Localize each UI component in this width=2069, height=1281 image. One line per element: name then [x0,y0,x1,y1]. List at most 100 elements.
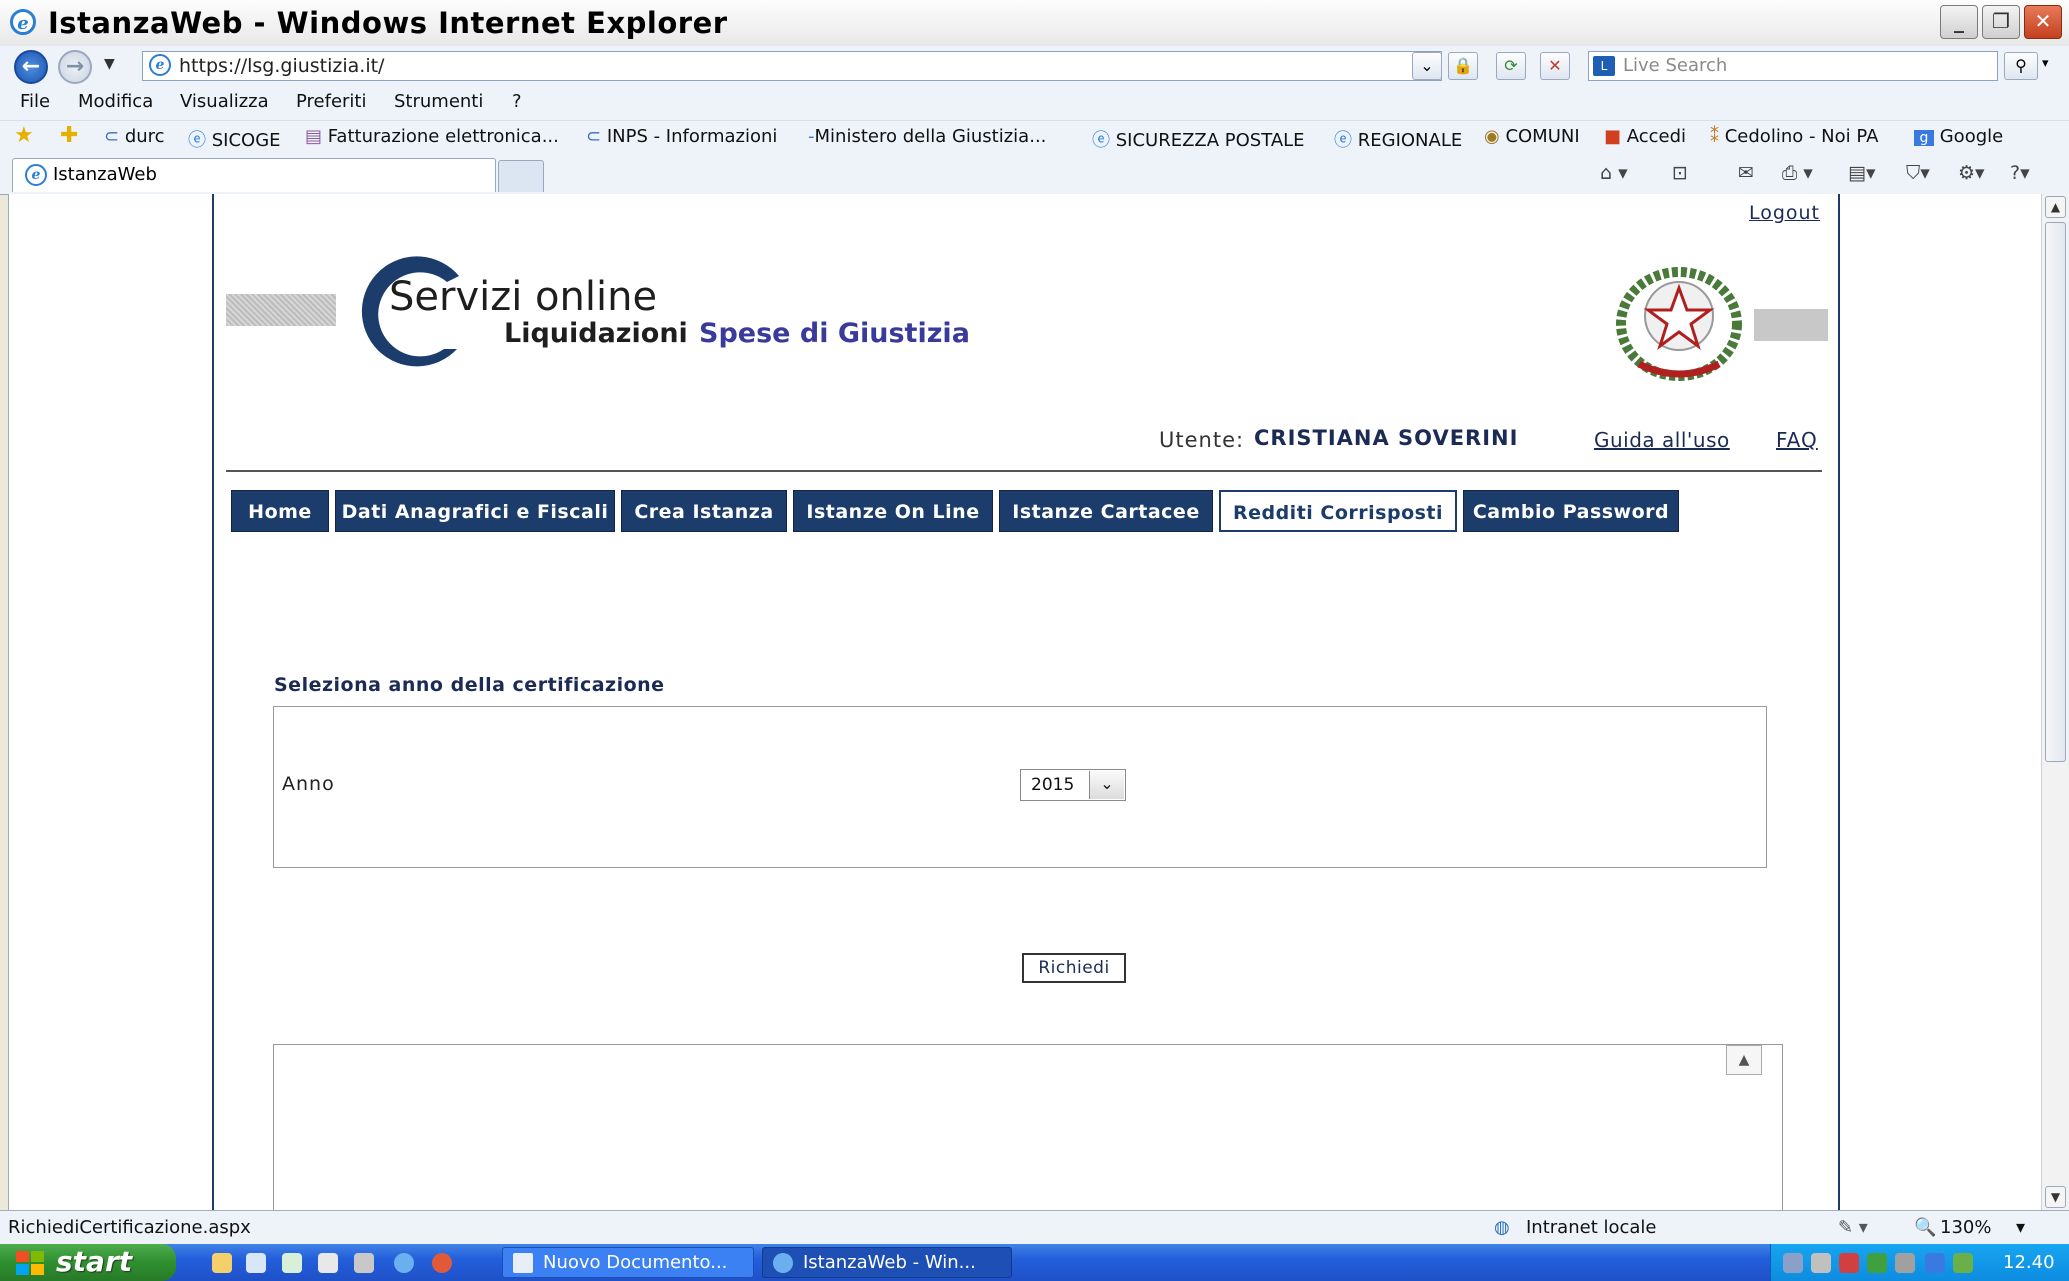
minimize-button[interactable]: _ [1940,5,1978,39]
document-icon: ▤ [305,126,328,147]
ie-page-icon: ⓔ [1334,130,1358,151]
tray-app3-icon[interactable] [1925,1253,1945,1273]
quicklaunch-chrome-icon[interactable] [432,1253,452,1273]
tools-gear-icon[interactable]: ⚙▾ [1958,162,1985,184]
nav-cambio-password[interactable]: Cambio Password [1463,490,1679,532]
live-search-input[interactable]: L Live Search [1588,51,1998,81]
anno-label: Anno [282,773,335,795]
tray-app2-icon[interactable] [1895,1253,1915,1273]
task-label: Nuovo Documento... [543,1252,728,1273]
nav-crea-istanza[interactable]: Crea Istanza [621,490,787,532]
status-zoom[interactable]: 130% [1940,1217,1991,1238]
menu-preferiti[interactable]: Preferiti [296,91,367,112]
live-search-placeholder: Live Search [1623,55,1728,76]
tab-bar: e IstanzaWeb ⌂ ▾ ⊡ ✉ ⎙ ▾ ▤▾ ⛉▾ ⚙▾ ?▾ [0,154,2069,195]
logo-spese-text: Spese di Giustizia [699,318,970,349]
help-icon[interactable]: ?▾ [2010,162,2030,184]
close-button[interactable]: ✕ [2024,5,2062,39]
fav-inps[interactable]: ⊂ INPS - Informazioni [586,126,777,147]
fav-regionale[interactable]: ⓔ REGIONALE [1334,126,1462,152]
faq-link[interactable]: FAQ [1776,428,1818,452]
scrollbar-thumb[interactable] [2045,222,2066,762]
protected-mode-icon[interactable]: ✎ ▾ [1838,1217,1868,1238]
refresh-button[interactable]: ⟳ [1496,52,1526,80]
tray-app-icon[interactable] [1867,1253,1887,1273]
republic-emblem-icon [1616,267,1742,381]
anno-select[interactable]: 2015 ⌄ [1020,769,1126,801]
fav-ministero[interactable]: -Ministero della Giustizia... [808,126,1046,147]
fav-durc[interactable]: ⊂ durc [104,126,165,147]
menu-help[interactable]: ? [512,91,522,112]
restore-button[interactable]: ❐ [1982,5,2020,39]
fav-sicurezza-postale[interactable]: ⓔ SICUREZZA POSTALE [1092,126,1305,152]
nav-istanze-cartacee[interactable]: Istanze Cartacee [999,490,1213,532]
tray-antivirus-icon[interactable] [1839,1253,1859,1273]
fav-comuni[interactable]: ◉ COMUNI [1484,126,1580,147]
new-tab-button[interactable] [498,160,544,192]
fav-fatturazione[interactable]: ▤ Fatturazione elettronica... [305,126,559,147]
back-button[interactable]: ← [14,50,48,84]
quicklaunch-app-icon[interactable] [354,1253,374,1273]
fav-accedi[interactable]: ■ Accedi [1604,126,1686,147]
zoom-dropdown-icon[interactable]: ▾ [2016,1217,2025,1238]
home-icon[interactable]: ⌂ ▾ [1600,162,1628,184]
clock[interactable]: 12.40 [2003,1252,2055,1273]
quicklaunch-chart-icon[interactable] [318,1253,338,1273]
search-button[interactable]: ⚲ [2004,52,2038,80]
add-favorites-icon[interactable]: ✚ [60,123,78,148]
nav-redditi-corrisposti[interactable]: Redditi Corrisposti [1219,490,1457,532]
lock-icon[interactable]: 🔒 [1448,52,1478,80]
start-button[interactable]: start [0,1244,176,1281]
fav-cedolino[interactable]: ⁑ Cedolino - Noi PA [1710,126,1878,147]
intranet-icon: ◍ [1494,1217,1510,1238]
print-icon[interactable]: ⎙ ▾ [1782,162,1813,184]
fav-sicoge[interactable]: ⓔ SICOGE [188,126,281,152]
menu-strumenti[interactable]: Strumenti [394,91,483,112]
user-label: Utente: [1159,428,1245,452]
richiedi-button[interactable]: Richiedi [1022,953,1126,983]
tray-volume-icon[interactable] [1811,1253,1831,1273]
tab-istanzaweb[interactable]: e IstanzaWeb [12,158,496,192]
task-istanzaweb[interactable]: IstanzaWeb - Win... [762,1247,1012,1278]
quicklaunch-folder-icon[interactable] [212,1253,232,1273]
forward-button[interactable]: → [58,50,92,84]
ie-task-icon [773,1253,793,1273]
nav-istanze-on-line[interactable]: Istanze On Line [793,490,993,532]
nav-dati-anagrafici[interactable]: Dati Anagrafici e Fiscali [335,490,615,532]
menu-visualizza[interactable]: Visualizza [180,91,269,112]
scroll-up-icon[interactable]: ▲ [1726,1045,1762,1075]
menu-modifica[interactable]: Modifica [78,91,153,112]
link-icon: ⊂ [104,126,125,147]
link-icon: ⊂ [586,126,607,147]
quicklaunch-word-icon[interactable] [246,1253,266,1273]
tray-app4-icon[interactable] [1953,1253,1973,1273]
menu-bar: File Modifica Visualizza Preferiti Strum… [0,86,2069,120]
anno-value: 2015 [1031,775,1075,795]
tab-ie-icon: e [25,164,47,186]
tray-network-icon[interactable] [1783,1253,1803,1273]
address-dropdown-button[interactable]: ⌄ [1412,52,1442,80]
page-scrollbar[interactable]: ▲ ▼ [2041,194,2069,1210]
logo-servizi-text: Servizi online [389,274,658,320]
task-nuovo-documento[interactable]: Nuovo Documento... [502,1247,754,1278]
stop-button[interactable]: ✕ [1540,52,1570,80]
mail-icon[interactable]: ✉ [1738,162,1754,184]
feeds-icon[interactable]: ⊡ [1672,162,1688,184]
favorites-star-icon[interactable]: ★ [14,123,34,148]
nav-home[interactable]: Home [231,490,329,532]
search-options-icon[interactable]: ▾ [2042,56,2049,71]
chevron-down-icon[interactable]: ⌄ [1089,771,1124,799]
recent-pages-dropdown-icon[interactable]: ▼ [104,56,115,72]
quicklaunch-excel-icon[interactable] [282,1253,302,1273]
quicklaunch-ie-icon[interactable] [394,1253,414,1273]
menu-file[interactable]: File [20,91,50,112]
scroll-down-arrow-icon[interactable]: ▼ [2045,1186,2066,1208]
page-menu-icon[interactable]: ▤▾ [1848,162,1876,184]
address-field[interactable]: e https://lsg.giustizia.it/ [142,51,1442,81]
guida-link[interactable]: Guida all'uso [1594,428,1730,452]
safety-icon[interactable]: ⛉▾ [1906,162,1930,184]
scroll-up-arrow-icon[interactable]: ▲ [2045,196,2066,218]
fav-google[interactable]: g Google [1914,126,2003,147]
page-container: Logout Servizi online Liquidazioni Spese… [212,194,1840,1210]
logout-link[interactable]: Logout [1749,202,1820,224]
